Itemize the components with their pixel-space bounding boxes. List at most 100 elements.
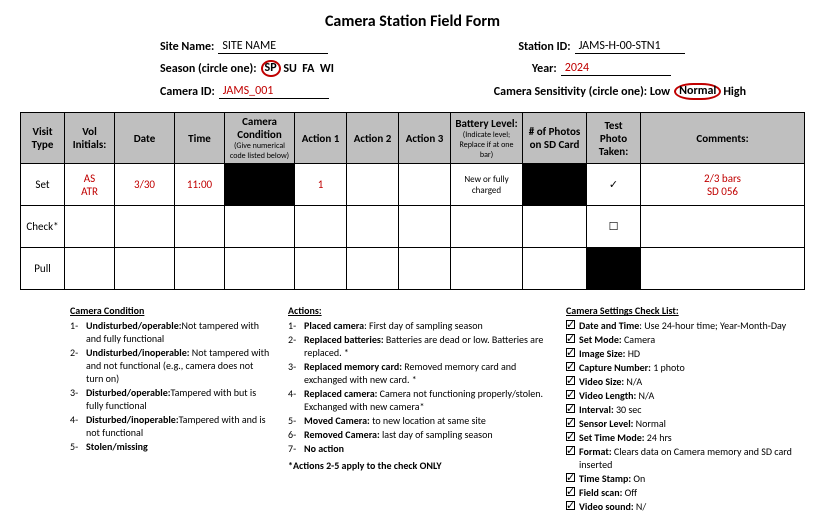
setting-item-4: Capture Number: 1 photo bbox=[566, 361, 805, 374]
season-wi: WI bbox=[320, 62, 334, 76]
row-pull: Pull bbox=[21, 248, 805, 290]
checkbox-icon bbox=[566, 418, 575, 427]
th-a1: Action 1 bbox=[295, 113, 347, 164]
th-visit: Visit Type bbox=[21, 113, 65, 164]
season-group: Season (circle one): SP SU FA WI bbox=[160, 60, 334, 77]
year-group: Year: 2024 bbox=[532, 60, 671, 77]
setting-item-10: Format: Clears data on Camera memory and… bbox=[566, 445, 805, 471]
action-item-5: 5- Moved Camera: to new location at same… bbox=[288, 414, 548, 427]
checkbox-icon bbox=[566, 348, 575, 357]
actions-note: *Actions 2-5 apply to the check ONLY bbox=[288, 459, 548, 472]
season-fa: FA bbox=[302, 62, 314, 76]
setting-item-3: Image Size: HD bbox=[566, 347, 805, 360]
pull-a3 bbox=[399, 248, 451, 290]
th-initials: Vol Initials: bbox=[65, 113, 115, 164]
checkbox-icon bbox=[566, 390, 575, 399]
th-a3: Action 3 bbox=[399, 113, 451, 164]
check-comments bbox=[641, 206, 805, 248]
pull-batt bbox=[451, 248, 523, 290]
cond-heading: Camera Condition bbox=[70, 304, 270, 317]
action-item-7: 7- No action bbox=[288, 442, 548, 455]
check-cond bbox=[225, 206, 295, 248]
header-block: Site Name: SITE NAME Station ID: JAMS-H-… bbox=[160, 39, 805, 100]
cond-item-1: 1- Undisturbed/operable:Not tampered wit… bbox=[70, 319, 270, 345]
station-id-group: Station ID: JAMS-H-00-STN1 bbox=[518, 39, 684, 54]
th-cond-text: Camera Condition bbox=[237, 115, 282, 141]
actions-heading: Actions: bbox=[288, 304, 548, 317]
checkbox-icon bbox=[566, 432, 575, 441]
footer-block: Camera Condition 1- Undisturbed/operable… bbox=[70, 304, 805, 514]
set-time: 11:00 bbox=[175, 164, 225, 206]
checkbox-icon bbox=[566, 376, 575, 385]
pull-test bbox=[587, 248, 641, 290]
check-a2 bbox=[347, 206, 399, 248]
cond-item-5: 5- Stolen/missing bbox=[70, 440, 270, 453]
setting-item-8: Sensor Level: Normal bbox=[566, 417, 805, 430]
set-test: ✓ bbox=[587, 164, 641, 206]
site-name-value: SITE NAME bbox=[218, 39, 328, 54]
set-initials: AS ATR bbox=[65, 164, 115, 206]
pull-time bbox=[175, 248, 225, 290]
th-comments: Comments: bbox=[641, 113, 805, 164]
site-name-group: Site Name: SITE NAME bbox=[160, 39, 328, 54]
pull-initials bbox=[65, 248, 115, 290]
form-title: Camera Station Field Form bbox=[20, 12, 805, 31]
set-batt: New or fully charged bbox=[451, 164, 523, 206]
th-time: Time bbox=[175, 113, 225, 164]
cond-col: Camera Condition 1- Undisturbed/operable… bbox=[70, 304, 270, 514]
action-item-4: 4- Replaced camera: Camera not functioni… bbox=[288, 387, 548, 413]
setting-item-2: Set Mode: Camera bbox=[566, 333, 805, 346]
setting-item-13: Video sound: N/ bbox=[566, 500, 805, 513]
action-item-1: 1- Placed camera: First day of sampling … bbox=[288, 319, 548, 332]
action-item-2: 2- Replaced batteries: Batteries are dea… bbox=[288, 333, 548, 359]
set-date: 3/30 bbox=[115, 164, 175, 206]
check-a3 bbox=[399, 206, 451, 248]
setting-item-6: Video Length: N/A bbox=[566, 389, 805, 402]
th-cond: Camera Condition (Give numerical code li… bbox=[225, 113, 295, 164]
th-cond-sub: (Give numerical code listed below) bbox=[229, 141, 290, 161]
settings-heading: Camera Settings Check List: bbox=[566, 304, 805, 317]
setting-item-5: Video Size: N/A bbox=[566, 375, 805, 388]
action-item-6: 6- Removed Camera: last day of sampling … bbox=[288, 428, 548, 441]
sensitivity-normal: Normal bbox=[674, 83, 721, 100]
checkbox-icon bbox=[566, 362, 575, 371]
actions-col: Actions: 1- Placed camera: First day of … bbox=[288, 304, 548, 514]
check-test: ☐ bbox=[587, 206, 641, 248]
checkbox-icon bbox=[566, 501, 575, 510]
th-photos: # of Photos on SD Card bbox=[523, 113, 587, 164]
station-id-value: JAMS-H-00-STN1 bbox=[575, 39, 685, 54]
pull-label: Pull bbox=[21, 248, 65, 290]
setting-item-7: Interval: 30 sec bbox=[566, 403, 805, 416]
checkbox-icon bbox=[566, 320, 575, 329]
th-batt-text: Battery Level: bbox=[455, 117, 517, 130]
site-name-label: Site Name: bbox=[160, 40, 214, 54]
row-set: Set AS ATR 3/30 11:00 1 New or fully cha… bbox=[21, 164, 805, 206]
th-test: Test Photo Taken: bbox=[587, 113, 641, 164]
set-label: Set bbox=[21, 164, 65, 206]
camera-id-label: Camera ID: bbox=[160, 85, 215, 99]
th-batt-sub: (Indicate level; Replace if at one bar) bbox=[455, 130, 518, 160]
station-id-label: Station ID: bbox=[518, 40, 570, 54]
setting-item-12: Field scan: Off bbox=[566, 486, 805, 499]
set-comments: 2/3 bars SD 056 bbox=[641, 164, 805, 206]
setting-item-1: Date and Time: Use 24-hour time; Year-Mo… bbox=[566, 319, 805, 332]
check-photos bbox=[523, 206, 587, 248]
season-su: SU bbox=[283, 62, 297, 76]
check-date bbox=[115, 206, 175, 248]
checkbox-icon bbox=[566, 404, 575, 413]
camera-id-group: Camera ID: JAMS_001 bbox=[160, 83, 329, 100]
season-label: Season (circle one): bbox=[160, 62, 257, 76]
sensitivity-label: Camera Sensitivity (circle one): Low bbox=[494, 85, 670, 99]
pull-date bbox=[115, 248, 175, 290]
cond-item-2: 2- Undisturbed/inoperable: Not tampered … bbox=[70, 346, 270, 385]
checkbox-icon bbox=[566, 334, 575, 343]
checkbox-icon bbox=[566, 473, 575, 482]
set-a1: 1 bbox=[295, 164, 347, 206]
data-table: Visit Type Vol Initials: Date Time Camer… bbox=[20, 112, 805, 290]
set-a3 bbox=[399, 164, 451, 206]
pull-cond bbox=[225, 248, 295, 290]
camera-id-value: JAMS_001 bbox=[219, 84, 329, 99]
check-label: Check* bbox=[21, 206, 65, 248]
check-batt bbox=[451, 206, 523, 248]
set-a2 bbox=[347, 164, 399, 206]
